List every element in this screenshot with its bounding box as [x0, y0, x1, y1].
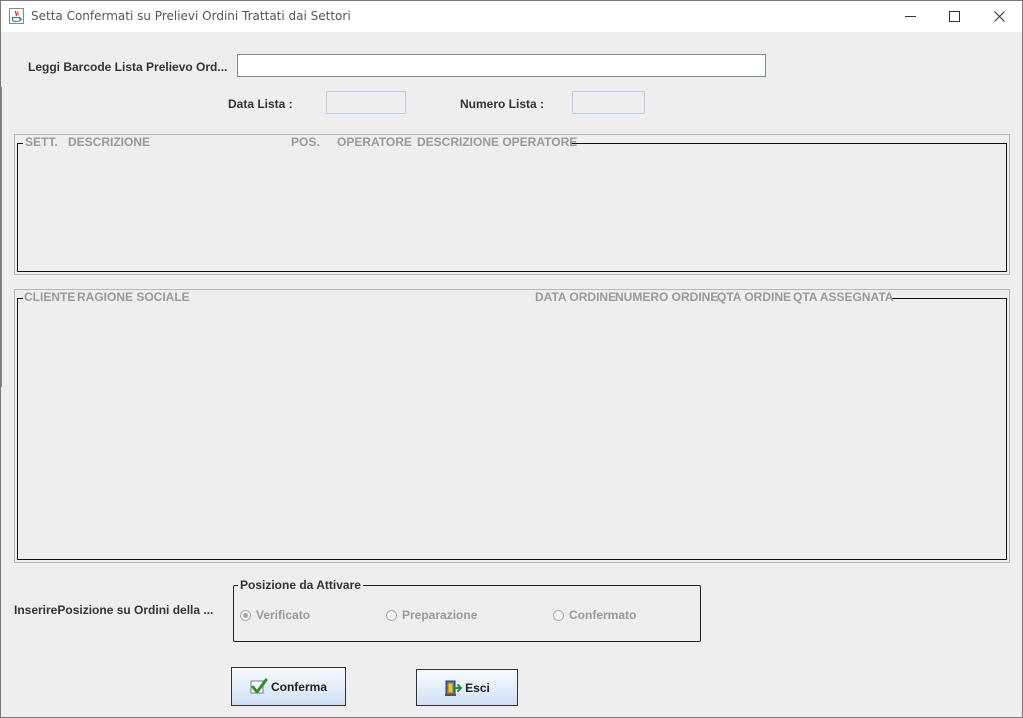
column-header-numero-ordine: NUMERO ORDINE [615, 290, 719, 304]
maximize-icon [948, 11, 960, 22]
close-button[interactable] [976, 1, 1022, 32]
column-header-qta-assegnata: QTA ASSEGNATA [793, 290, 894, 304]
ordini-table-header: CLIENTE RAGIONE SOCIALE DATA ORDINE NUME… [23, 290, 894, 306]
maximize-button[interactable] [931, 1, 977, 32]
ordini-table-panel[interactable]: CLIENTE RAGIONE SOCIALE DATA ORDINE NUME… [14, 289, 1010, 563]
radio-preparazione-label: Preparazione [402, 608, 478, 622]
column-header-ragione-sociale: RAGIONE SOCIALE [77, 290, 190, 304]
checkmark-icon [250, 678, 268, 693]
column-header-data-ordine: DATA ORDINE [535, 290, 617, 304]
application-window: Setta Confermati su Prelievi Ordini Trat… [0, 0, 1023, 718]
settori-table-panel[interactable]: SETT. DESCRIZIONE POS. OPERATORE DESCRIZ… [14, 134, 1010, 275]
column-header-qta-ordine: QTA ORDINE [717, 290, 791, 304]
radio-confermato-label: Confermato [569, 608, 637, 622]
java-app-icon [9, 8, 24, 24]
minimize-icon [904, 16, 916, 17]
minimize-button[interactable] [887, 1, 933, 32]
column-header-pos: POS. [291, 135, 320, 149]
data-lista-field[interactable] [326, 91, 406, 114]
radio-verificato[interactable]: Verificato [240, 608, 310, 622]
column-header-sett: SETT. [25, 135, 58, 149]
radio-unselected-icon [386, 609, 397, 621]
radio-preparazione[interactable]: Preparazione [386, 608, 477, 622]
window-title: Setta Confermati su Prelievi Ordini Trat… [31, 9, 351, 23]
left-edge-divider [1, 87, 2, 387]
close-icon [993, 11, 1005, 22]
exit-door-icon [445, 680, 463, 696]
esci-button-label: Esci [465, 680, 490, 695]
column-header-descrizione-operatore: DESCRIZIONE OPERATORE [417, 135, 578, 149]
conferma-button-label: Conferma [270, 679, 327, 694]
column-header-operatore: OPERATORE [337, 135, 412, 149]
posizione-group-title: Posizione da Attivare [238, 578, 363, 592]
data-lista-label: Data Lista : [228, 97, 293, 111]
radio-verificato-label: Verificato [256, 608, 311, 622]
barcode-label: Leggi Barcode Lista Prelievo Ord... [28, 60, 228, 74]
numero-lista-label: Numero Lista : [460, 97, 545, 111]
settori-table-header: SETT. DESCRIZIONE POS. OPERATORE DESCRIZ… [23, 135, 577, 151]
posizione-prompt-label: InserirePosizione su Ordini della ... [14, 603, 214, 617]
column-header-cliente: CLIENTE [24, 290, 76, 304]
column-header-descrizione: DESCRIZIONE [68, 135, 151, 149]
radio-unselected-icon [553, 609, 564, 621]
numero-lista-field[interactable] [572, 91, 645, 114]
conferma-button[interactable]: Conferma [231, 667, 346, 706]
barcode-input[interactable] [237, 54, 766, 77]
esci-button[interactable]: Esci [416, 669, 518, 706]
ordini-table-body[interactable] [17, 298, 1007, 560]
radio-selected-icon [240, 609, 251, 621]
settori-table-body[interactable] [17, 143, 1007, 272]
title-bar[interactable]: Setta Confermati su Prelievi Ordini Trat… [1, 1, 1022, 32]
radio-confermato[interactable]: Confermato [553, 608, 636, 622]
